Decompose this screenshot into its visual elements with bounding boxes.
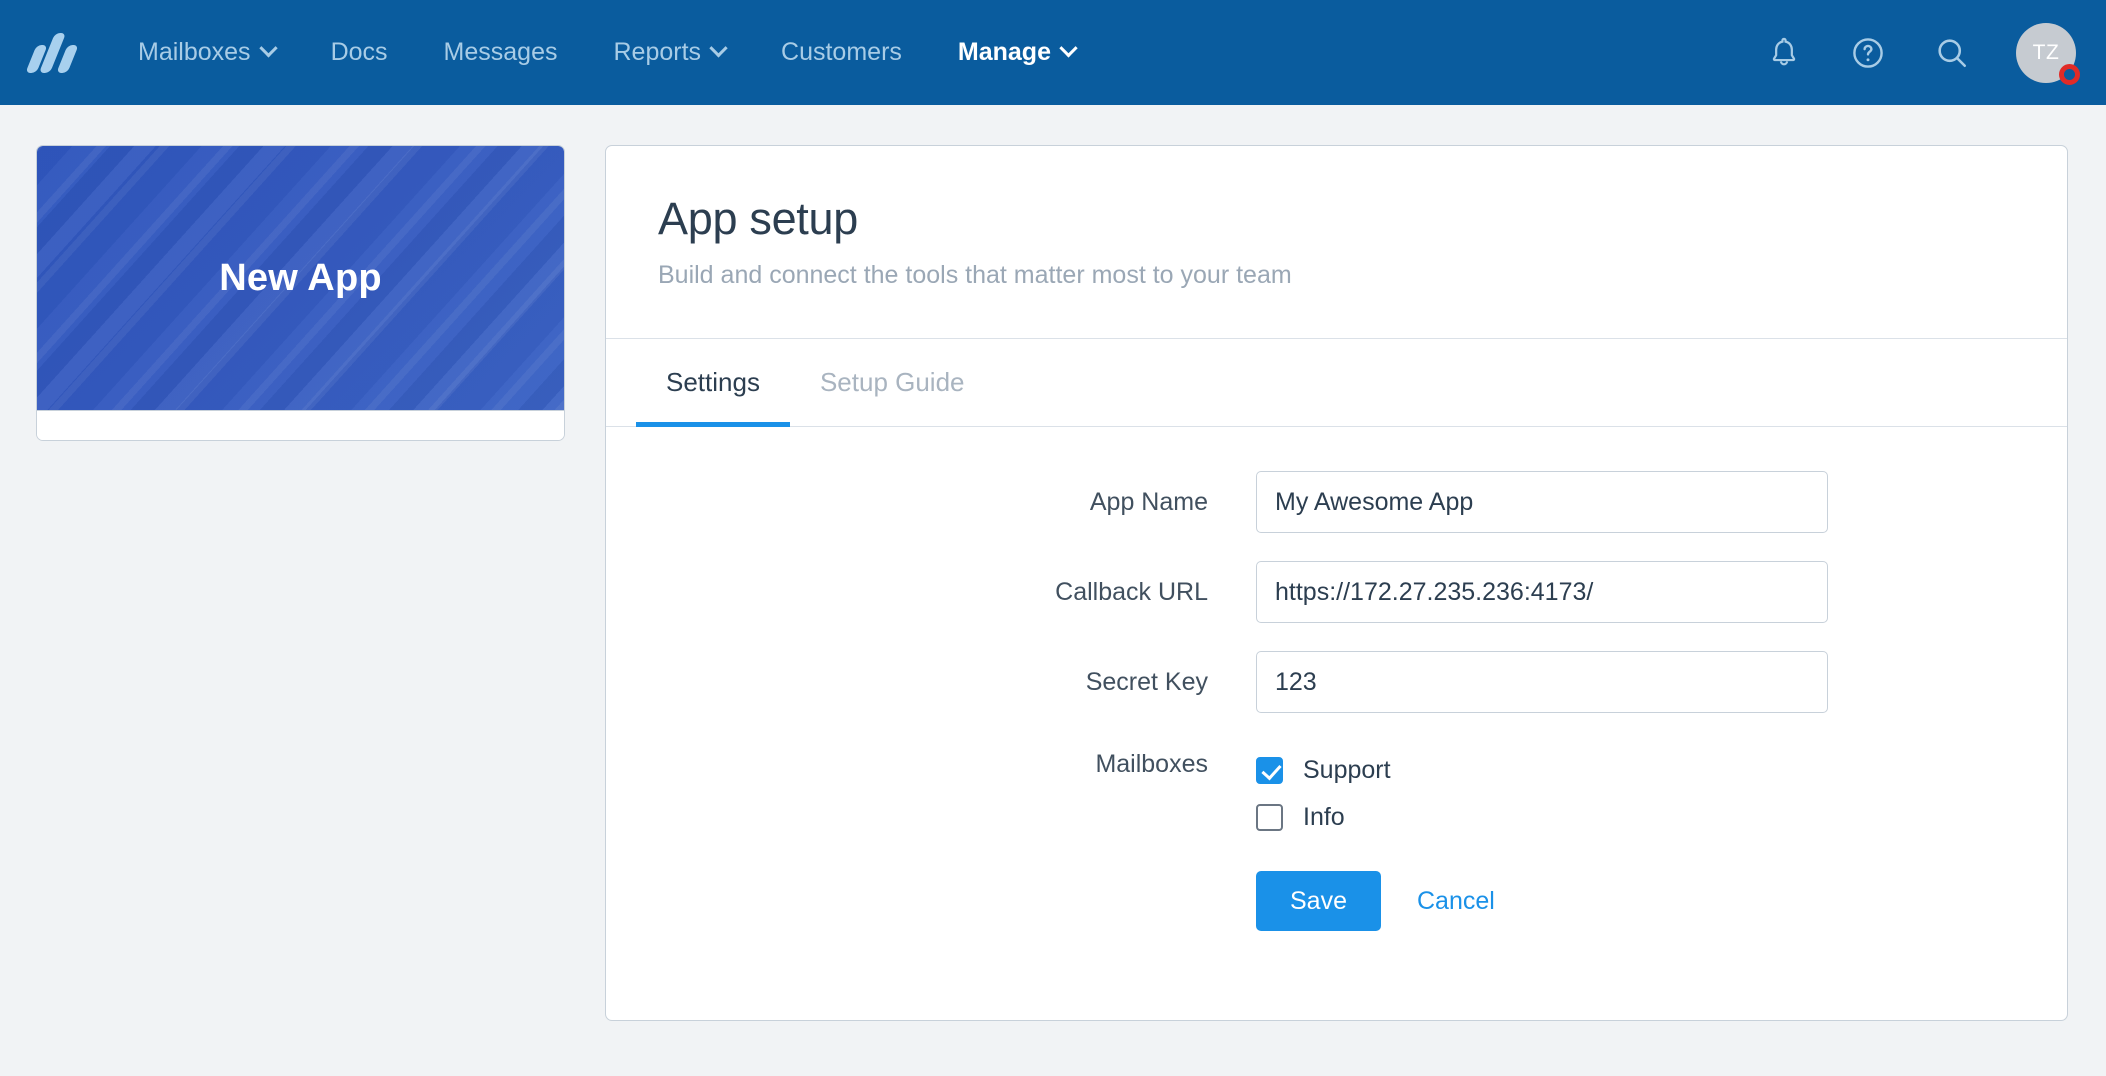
- chevron-down-icon: [1059, 39, 1078, 58]
- checkbox-info[interactable]: [1256, 804, 1283, 831]
- form-row-app-name: App Name: [606, 471, 2067, 533]
- tab-settings[interactable]: Settings: [636, 339, 790, 427]
- helpscout-logo-icon[interactable]: [25, 31, 79, 75]
- tab-label: Setup Guide: [819, 367, 965, 397]
- app-name-label: App Name: [1089, 488, 1208, 516]
- nav-item-customers[interactable]: Customers: [753, 0, 930, 105]
- tab-label: Settings: [666, 367, 760, 397]
- nav-item-label: Customers: [781, 38, 902, 66]
- help-question-icon[interactable]: [1840, 25, 1896, 81]
- nav-utility-area: TZ: [1728, 22, 2106, 85]
- nav-item-label: Reports: [613, 38, 702, 66]
- nav-item-docs[interactable]: Docs: [303, 0, 416, 105]
- search-icon[interactable]: [1924, 25, 1980, 81]
- save-button[interactable]: Save: [1256, 871, 1381, 931]
- settings-form: App Name Callback URL Secret Key Mailbox…: [606, 427, 2067, 931]
- callback-url-input[interactable]: [1256, 561, 1828, 623]
- app-card-footer: App: [37, 410, 564, 440]
- mailboxes-label: Mailboxes: [1095, 750, 1208, 778]
- app-name-input[interactable]: [1256, 471, 1828, 533]
- mailboxes-checkbox-list: Support Info Save Cancel: [1256, 741, 1495, 931]
- primary-nav-items: Mailboxes Docs Messages Reports Customer…: [110, 0, 1103, 105]
- mailbox-option-support[interactable]: Support: [1256, 747, 1495, 794]
- callback-url-label: Callback URL: [1055, 578, 1208, 606]
- page-title: App setup: [658, 193, 858, 244]
- status-badge: [2059, 63, 2080, 85]
- nav-item-label: Messages: [443, 38, 558, 66]
- secret-key-label: Secret Key: [1085, 668, 1208, 696]
- app-setup-panel: App setup Build and connect the tools th…: [605, 145, 2068, 1021]
- form-row-mailboxes: Mailboxes Support Info Save Cancel: [606, 741, 2067, 931]
- tab-bar: Settings Setup Guide: [606, 339, 2067, 427]
- nav-item-mailboxes[interactable]: Mailboxes: [110, 0, 303, 105]
- form-row-secret-key: Secret Key: [606, 651, 2067, 713]
- chevron-down-icon: [258, 39, 278, 58]
- app-card-title: New App: [219, 256, 382, 299]
- panel-header: App setup Build and connect the tools th…: [606, 146, 2067, 338]
- checkbox-support[interactable]: [1256, 757, 1283, 784]
- nav-item-reports[interactable]: Reports: [585, 0, 753, 105]
- nav-item-label: Mailboxes: [138, 38, 251, 66]
- mailbox-option-label: Info: [1303, 803, 1345, 831]
- nav-item-manage[interactable]: Manage: [930, 0, 1103, 105]
- form-actions: Save Cancel: [1256, 871, 1495, 931]
- page-body: New App App App setup Build and connect …: [0, 105, 2106, 1076]
- nav-item-messages[interactable]: Messages: [416, 0, 586, 105]
- form-row-callback-url: Callback URL: [606, 561, 2067, 623]
- top-navigation-bar: Mailboxes Docs Messages Reports Customer…: [0, 0, 2106, 105]
- chevron-down-icon: [709, 39, 728, 58]
- nav-item-label: Docs: [330, 38, 388, 66]
- nav-item-label: Manage: [957, 38, 1051, 66]
- page-subtitle: Build and connect the tools that matter …: [658, 260, 1292, 289]
- mailbox-option-info[interactable]: Info: [1256, 794, 1495, 841]
- tab-setup-guide[interactable]: Setup Guide: [790, 339, 995, 426]
- avatar[interactable]: TZ: [2016, 22, 2080, 85]
- mailbox-option-label: Support: [1303, 756, 1391, 784]
- cancel-button[interactable]: Cancel: [1417, 887, 1495, 916]
- app-card[interactable]: New App App: [36, 145, 565, 441]
- app-card-banner: New App: [37, 146, 564, 410]
- notifications-bell-icon[interactable]: [1756, 25, 1812, 81]
- secret-key-input[interactable]: [1256, 651, 1828, 713]
